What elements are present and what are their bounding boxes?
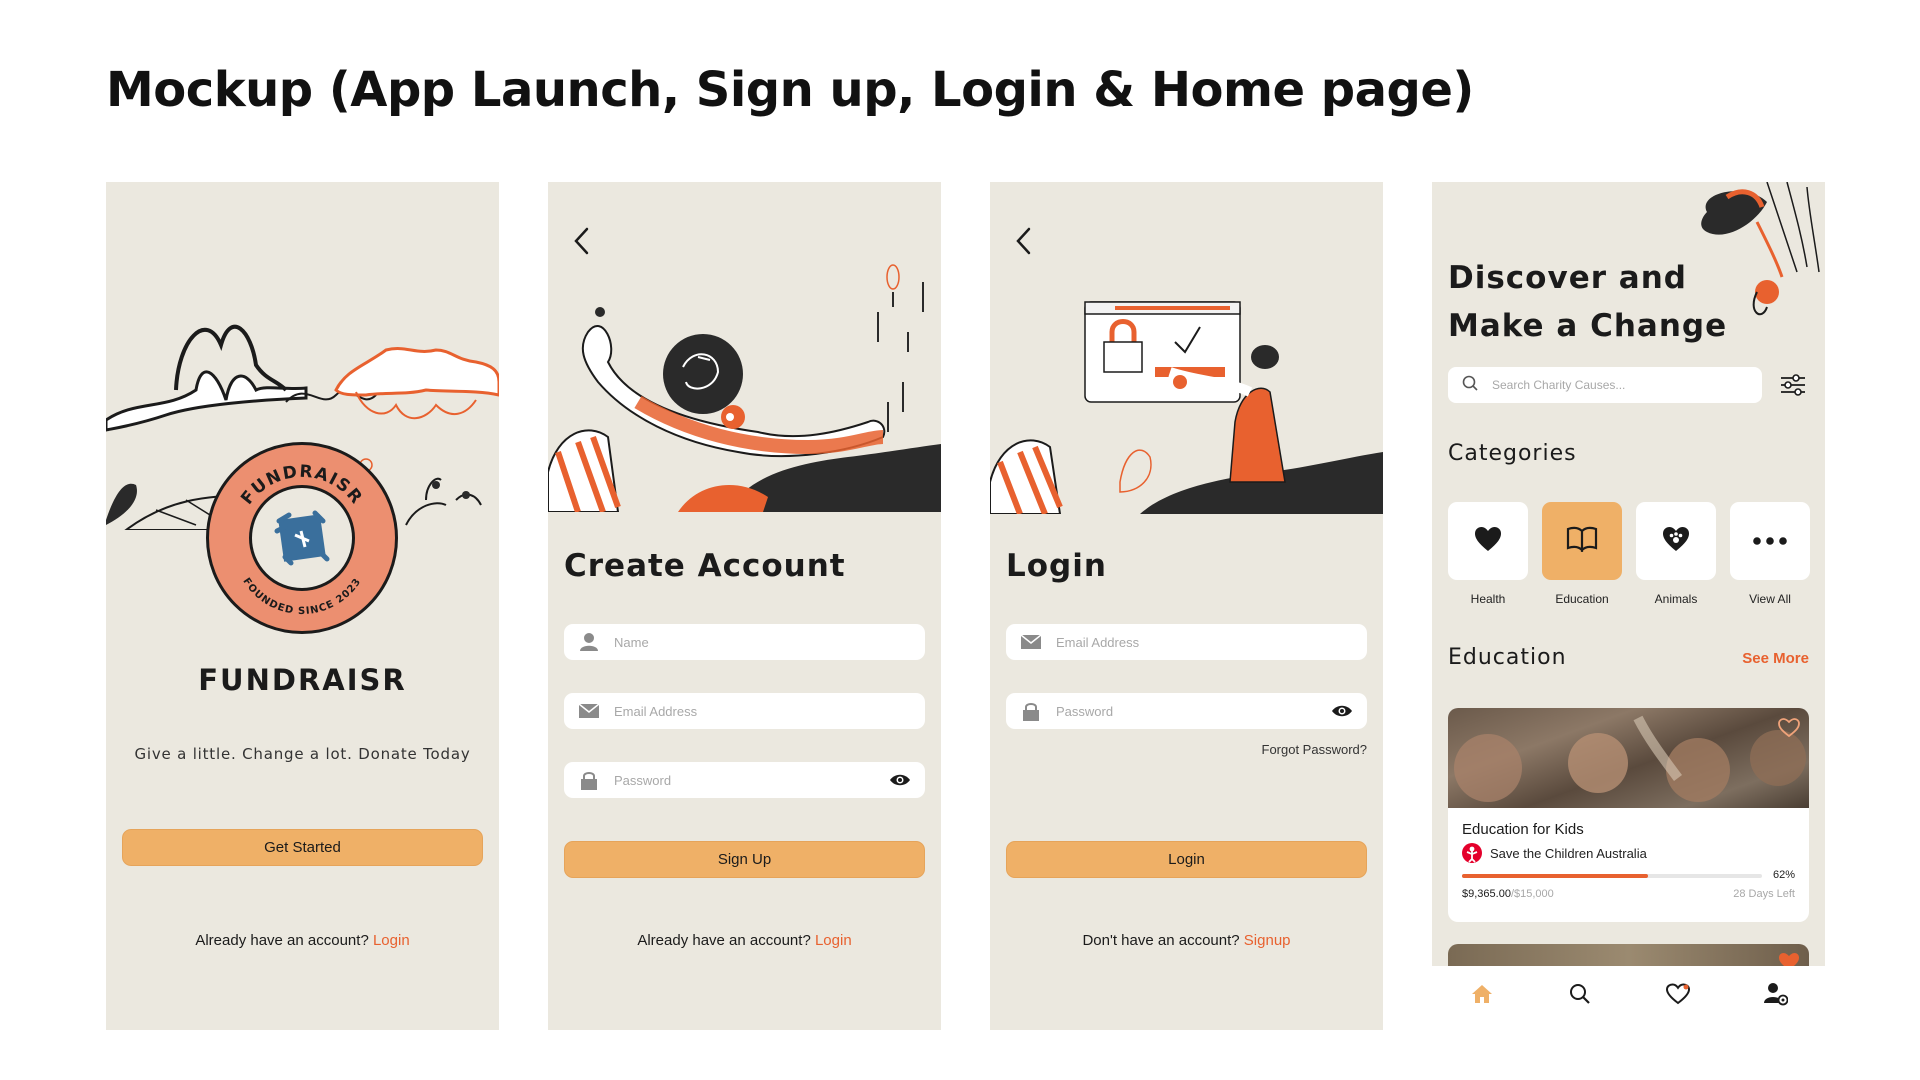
save-the-children-logo-icon — [1462, 843, 1482, 863]
campaign-org: Save the Children Australia — [1490, 846, 1647, 861]
more-icon — [1753, 532, 1787, 550]
logo-badge: FUNDRAISR FOUNDED SINCE 2023 — [206, 442, 398, 634]
password-field[interactable] — [1006, 693, 1367, 729]
heart-icon — [1474, 526, 1502, 557]
search-icon — [1462, 375, 1478, 396]
category-label: Education — [1555, 592, 1609, 606]
password-input[interactable] — [1056, 703, 1296, 719]
mail-icon — [1020, 631, 1042, 653]
tagline: Give a little. Change a lot. Donate Toda… — [134, 745, 471, 763]
email-input[interactable] — [614, 703, 854, 719]
favorite-heart-icon[interactable] — [1778, 718, 1800, 738]
section-title: Education — [1448, 645, 1567, 670]
bottom-nav — [1432, 966, 1825, 1030]
eye-icon[interactable] — [1331, 701, 1353, 721]
login-prompt: Already have an account? Login — [548, 932, 941, 949]
email-field[interactable] — [564, 693, 925, 729]
get-started-button[interactable]: Get Started — [122, 829, 483, 866]
password-input[interactable] — [614, 772, 854, 788]
login-heading: Login — [1006, 548, 1107, 584]
login-link[interactable]: Login — [373, 932, 410, 949]
progress-percent: 62% — [1772, 869, 1795, 881]
category-label: Animals — [1654, 592, 1698, 606]
search-field[interactable] — [1448, 367, 1762, 403]
nav-favorites[interactable] — [1664, 980, 1692, 1008]
home-heading-line1: Discover and — [1448, 260, 1687, 296]
home-heading: Discover and Make a Change — [1448, 254, 1727, 350]
sign-up-button[interactable]: Sign Up — [564, 841, 925, 878]
category-label: View All — [1749, 592, 1791, 606]
raised-amount: $9,365.00 — [1462, 888, 1511, 900]
name-field[interactable] — [564, 624, 925, 660]
heart-icon — [1666, 983, 1690, 1005]
forgot-password-link[interactable]: Forgot Password? — [1262, 742, 1368, 757]
user-icon — [578, 631, 600, 653]
see-more-link[interactable]: See More — [1742, 650, 1809, 667]
app-name: FUNDRAISR — [198, 663, 407, 697]
back-arrow-icon[interactable] — [1012, 226, 1036, 256]
login-prompt: Already have an account? Login — [106, 932, 499, 949]
categories-title: Categories — [1448, 441, 1577, 466]
nav-search[interactable] — [1566, 980, 1594, 1008]
progress-fill — [1462, 874, 1648, 878]
name-input[interactable] — [614, 634, 854, 650]
lock-icon — [578, 769, 600, 791]
login-prompt-text: Already have an account? — [637, 932, 811, 949]
lock-icon — [1020, 700, 1042, 722]
password-field[interactable] — [564, 762, 925, 798]
funds-raised: $9,365.00/$15,000 — [1462, 888, 1554, 900]
category-label: Health — [1470, 592, 1506, 606]
signup-screen: Create Account Sign Up Already have an a… — [548, 182, 941, 1030]
category-education[interactable] — [1542, 502, 1622, 580]
paw-heart-icon — [1662, 526, 1690, 557]
campaign-title: Education for Kids — [1462, 821, 1584, 838]
book-icon — [1566, 526, 1598, 557]
eye-icon[interactable] — [889, 770, 911, 790]
login-illustration — [990, 301, 1383, 514]
home-screen: Discover and Make a Change Categories He… — [1432, 182, 1825, 1030]
nav-profile[interactable] — [1762, 980, 1790, 1008]
mail-icon — [578, 700, 600, 722]
progress-track — [1462, 874, 1762, 878]
email-field[interactable] — [1006, 624, 1367, 660]
filter-icon[interactable] — [1780, 374, 1806, 396]
category-health[interactable] — [1448, 502, 1528, 580]
profile-settings-icon — [1764, 983, 1788, 1006]
login-screen: Login Forgot Password? Login Don't have … — [990, 182, 1383, 1030]
nav-home[interactable] — [1468, 980, 1496, 1008]
email-input[interactable] — [1056, 634, 1296, 650]
signup-prompt: Don't have an account? Signup — [990, 932, 1383, 949]
page-title: Mockup (App Launch, Sign up, Login & Hom… — [106, 62, 1474, 118]
goal-amount: /$15,000 — [1510, 888, 1554, 900]
create-account-heading: Create Account — [564, 548, 846, 584]
login-link[interactable]: Login — [815, 932, 852, 949]
category-animals[interactable] — [1636, 502, 1716, 580]
campaign-photo — [1448, 708, 1809, 808]
signup-illustration — [548, 264, 941, 512]
category-view-all[interactable] — [1730, 502, 1810, 580]
campaign-card[interactable]: Education for Kids Save the Children Aus… — [1448, 708, 1809, 922]
search-input[interactable] — [1492, 378, 1732, 392]
logo-hands-icon — [274, 510, 330, 566]
search-icon — [1570, 984, 1590, 1004]
login-prompt-text: Already have an account? — [195, 932, 369, 949]
home-heading-line2: Make a Change — [1448, 308, 1728, 344]
launch-screen: FUNDRAISR FOUNDED SINCE 2023 FUNDRAISR G… — [106, 182, 499, 1030]
days-left: 28 Days Left — [1733, 888, 1795, 900]
login-button[interactable]: Login — [1006, 841, 1367, 878]
signup-link[interactable]: Signup — [1244, 932, 1291, 949]
home-icon — [1472, 985, 1492, 1003]
signup-prompt-text: Don't have an account? — [1082, 932, 1240, 949]
